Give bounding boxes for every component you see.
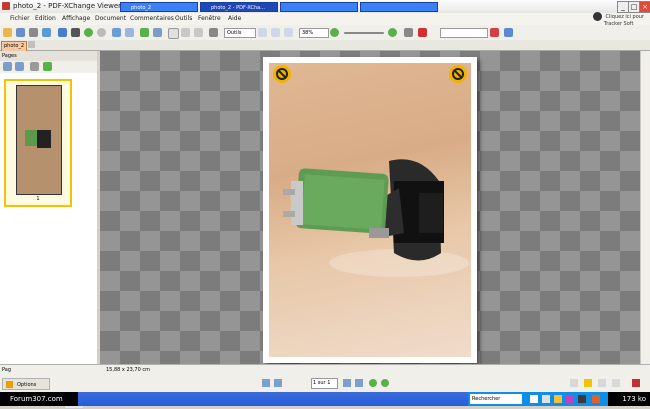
rotate-icon[interactable] xyxy=(112,28,121,37)
options-label: Options xyxy=(17,382,37,388)
next-page-icon[interactable] xyxy=(343,379,351,387)
thumb-zoom-out-icon[interactable] xyxy=(3,62,12,71)
tray-icon-3[interactable] xyxy=(554,395,562,403)
pages-panel: Pages 1 xyxy=(0,51,99,409)
document-tabs: photo_2 xyxy=(0,40,650,51)
view-cover-icon[interactable] xyxy=(612,379,620,387)
tray-icon-5[interactable] xyxy=(578,395,586,403)
continuous-icon[interactable] xyxy=(271,28,280,37)
save-icon[interactable] xyxy=(16,28,25,37)
thumb-options-icon[interactable] xyxy=(30,62,39,71)
menu-fichier[interactable]: Fichier xyxy=(10,15,30,22)
thumbnail-number: 1 xyxy=(36,196,40,202)
page-thumbnail[interactable]: 1 xyxy=(4,79,72,207)
tool-select[interactable]: Outils xyxy=(224,28,256,38)
app-icon xyxy=(2,2,10,10)
facing-icon[interactable] xyxy=(284,28,293,37)
window-title: photo_2 - PDF-XChange Viewer xyxy=(13,2,122,10)
tab-close-icon[interactable] xyxy=(28,41,35,48)
photo-image xyxy=(269,63,471,357)
taskbar-button-4[interactable] xyxy=(360,2,438,12)
nav-back-icon[interactable] xyxy=(369,379,377,387)
tray-icon-6[interactable] xyxy=(592,395,600,403)
tray-search-field[interactable]: Rechercher xyxy=(470,394,522,404)
nav-forward-icon[interactable] xyxy=(381,379,389,387)
prev-page-icon[interactable] xyxy=(274,379,282,387)
single-page-icon[interactable] xyxy=(258,28,267,37)
fit-page-icon[interactable] xyxy=(168,28,179,39)
zoom-tool-icon[interactable] xyxy=(209,28,218,37)
tray-icon-4[interactable] xyxy=(566,395,574,403)
taskbar-button-3[interactable] xyxy=(280,2,358,12)
pdf-icon[interactable] xyxy=(632,379,640,387)
snapshot-icon[interactable] xyxy=(140,28,149,37)
search-box[interactable] xyxy=(440,28,488,38)
email-icon[interactable] xyxy=(42,28,51,37)
fit-width-icon[interactable] xyxy=(181,28,190,37)
hand-tool-icon[interactable] xyxy=(58,28,67,37)
first-page-icon[interactable] xyxy=(262,379,270,387)
select-tool-icon[interactable] xyxy=(71,28,80,37)
menu-aide[interactable]: Aide xyxy=(228,15,241,22)
thumb-zoom-in-icon[interactable] xyxy=(15,62,24,71)
options-icon xyxy=(6,381,13,388)
zoom-in-icon[interactable] xyxy=(388,28,397,37)
forward-icon[interactable] xyxy=(97,28,106,37)
zoom-slider[interactable] xyxy=(344,32,384,34)
menu-outils[interactable]: Outils xyxy=(175,15,192,22)
menu-document[interactable]: Document xyxy=(95,15,126,22)
page-size: 15,88 x 23,70 cm xyxy=(106,367,150,373)
pages-tab[interactable]: Pag xyxy=(2,367,11,373)
file-size-label: 173 ko xyxy=(608,392,650,406)
typewriter-icon[interactable] xyxy=(153,28,162,37)
status-bar: Pag 15,88 x 23,70 cm Options 1 sur 1 xyxy=(0,364,650,393)
menu-bar: Fichier Edition Affichage Document Comme… xyxy=(0,13,650,25)
last-page-icon[interactable] xyxy=(355,379,363,387)
menu-affichage[interactable]: Affichage xyxy=(62,15,90,22)
vertical-scrollbar[interactable] xyxy=(640,51,650,364)
tab-label: photo_2 xyxy=(4,43,25,49)
back-icon[interactable] xyxy=(84,28,93,37)
pdf-page xyxy=(263,57,477,363)
tray-icon-2[interactable] xyxy=(542,395,550,403)
no-sign-left-icon xyxy=(273,65,291,83)
tools-icon[interactable] xyxy=(404,28,413,37)
undo-icon[interactable] xyxy=(125,28,134,37)
zoom-out-icon[interactable] xyxy=(330,28,339,37)
thumbnail-image xyxy=(16,85,62,195)
pages-panel-header: Pages xyxy=(0,51,99,61)
part-illustration xyxy=(283,159,469,277)
view-facing-icon[interactable] xyxy=(598,379,606,387)
find-icon[interactable] xyxy=(490,28,499,37)
taskbar-button-folder[interactable]: photo_2 xyxy=(120,2,198,12)
menu-commentaires[interactable]: Commentaires xyxy=(130,15,174,22)
taskbar-button-viewer[interactable]: photo_2 - PDF-XCha... xyxy=(200,2,278,12)
ad-line1: Cliquez ici pour xyxy=(605,14,644,20)
menu-fenetre[interactable]: Fenêtre xyxy=(198,15,221,22)
options-button[interactable]: Options xyxy=(2,378,50,390)
forum-label: Forum307.com xyxy=(0,392,78,406)
zoom-input[interactable]: 38% xyxy=(299,28,329,38)
open-icon[interactable] xyxy=(3,28,12,37)
help-icon[interactable] xyxy=(504,28,513,37)
thumb-print-icon[interactable] xyxy=(43,62,52,71)
page-number-input[interactable]: 1 sur 1 xyxy=(311,378,338,389)
view-single-icon[interactable] xyxy=(570,379,578,387)
pages-panel-toolbar xyxy=(0,61,97,73)
menu-edition[interactable]: Edition xyxy=(35,15,56,22)
ad-icon[interactable] xyxy=(418,28,427,37)
document-view[interactable] xyxy=(100,51,640,364)
tray-icon-1[interactable] xyxy=(530,395,538,403)
tab-photo-2[interactable]: photo_2 xyxy=(1,41,27,51)
actual-size-icon[interactable] xyxy=(194,28,203,37)
tracker-logo-icon xyxy=(592,12,602,21)
main-toolbar: Outils 38% xyxy=(0,25,650,41)
view-continuous-icon[interactable] xyxy=(584,379,592,387)
no-sign-right-icon xyxy=(449,65,467,83)
print-icon[interactable] xyxy=(29,28,38,37)
